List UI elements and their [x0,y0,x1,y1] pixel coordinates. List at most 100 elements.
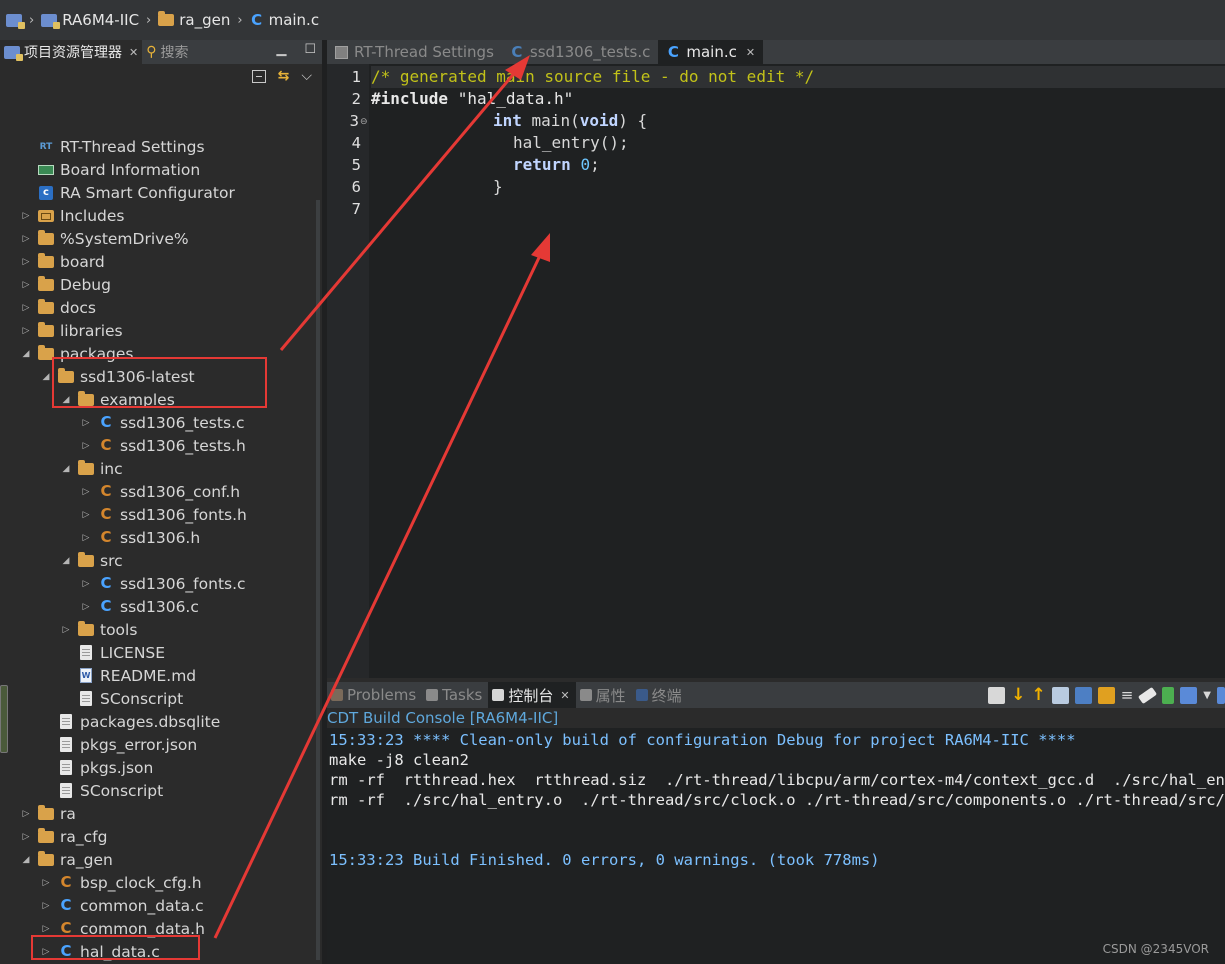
tab-tasks[interactable]: Tasks [422,682,488,708]
tab-terminal[interactable]: 终端 [632,682,688,708]
tree-item-ra-smart-configurator[interactable]: c RA Smart Configurator [20,181,235,204]
tree-item-sconscript[interactable]: SConscript [60,687,183,710]
link-with-editor-icon[interactable]: ⇆ [278,68,290,84]
tree-item-packages-dbsqlite[interactable]: packages.dbsqlite [40,710,220,733]
tree-item-pkgs-json[interactable]: pkgs.json [40,756,153,779]
tree-item-readme-md[interactable]: W README.md [60,664,196,687]
tree-item-ra-gen[interactable]: ◢ ra_gen [20,848,113,871]
tree-item-tools[interactable]: ▷ tools [60,618,137,641]
minimize-icon[interactable]: ▁ [276,42,286,57]
lock-icon[interactable] [1097,686,1115,704]
collapsed-arrow-icon[interactable]: ▷ [20,326,32,336]
tab-search[interactable]: ⚲ 搜索 [142,40,192,64]
clear-console-icon[interactable] [1138,686,1158,704]
collapsed-arrow-icon[interactable]: ▷ [20,257,32,267]
breadcrumb-item-file[interactable]: Cmain.c [250,11,319,29]
tree-item-bsp-clock-cfg-h[interactable]: ▷ Cbsp_clock_cfg.h [40,871,202,894]
tasks-icon [426,689,439,701]
collapsed-arrow-icon[interactable]: ▷ [20,832,32,842]
tree-scrollbar[interactable] [316,200,320,960]
tree-item-docs[interactable]: ▷ docs [20,296,96,319]
tree-item-libraries[interactable]: ▷ libraries [20,319,123,342]
tab-main-c[interactable]: C main.c ✕ [658,40,764,64]
collapsed-arrow-icon[interactable]: ▷ [80,579,92,589]
collapsed-arrow-icon[interactable]: ▷ [20,303,32,313]
expanded-arrow-icon[interactable]: ◢ [40,372,52,382]
breadcrumb-item-folder[interactable]: ra_gen [158,11,230,29]
folder-icon [38,850,54,866]
tree-item-systemdrive[interactable]: ▷ %SystemDrive% [20,227,189,250]
code-string: "hal_data.h" [448,89,574,108]
tree-item-debug[interactable]: ▷ Debug [20,273,111,296]
collapsed-arrow-icon[interactable]: ▷ [20,211,32,221]
tree-item-pkgs-error-json[interactable]: pkgs_error.json [40,733,197,756]
tree-item-src[interactable]: ◢ src [60,549,123,572]
tree-item-ra-cfg[interactable]: ▷ ra_cfg [20,825,107,848]
collapsed-arrow-icon[interactable]: ▷ [40,924,52,934]
tree-item-ssd1306-fonts-c[interactable]: ▷ Cssd1306_fonts.c [80,572,246,595]
tree-item-ssd1306-tests-c[interactable]: ▷ Cssd1306_tests.c [80,411,245,434]
tree-item-sconscript[interactable]: SConscript [40,779,163,802]
collapsed-arrow-icon[interactable]: ▷ [80,487,92,497]
fold-collapse-icon[interactable]: ⊖ [360,117,368,127]
pin-console-icon[interactable] [1074,686,1092,704]
tree-item-ssd1306-fonts-h[interactable]: ▷ Cssd1306_fonts.h [80,503,247,526]
collapsed-arrow-icon[interactable]: ▷ [40,901,52,911]
collapsed-arrow-icon[interactable]: ▷ [20,809,32,819]
tab-rt-thread-settings[interactable]: RT-Thread Settings [327,40,502,64]
collapsed-arrow-icon[interactable]: ▷ [80,602,92,612]
line-number: 5 [351,156,361,174]
tab-ssd1306-tests-c[interactable]: C ssd1306_tests.c [502,40,658,64]
close-icon[interactable]: ✕ [560,689,569,702]
tree-item-ssd1306-c[interactable]: ▷ Cssd1306.c [80,595,199,618]
tree-item-board[interactable]: ▷ board [20,250,105,273]
collapsed-arrow-icon[interactable]: ▷ [80,441,92,451]
breadcrumb: › RA6M4-IIC › ra_gen › Cmain.c [0,0,1225,40]
expanded-arrow-icon[interactable]: ◢ [20,349,32,359]
close-icon[interactable]: ✕ [129,46,138,59]
tree-item-rt-thread-settings[interactable]: RT RT-Thread Settings [20,135,205,158]
collapsed-arrow-icon[interactable]: ▷ [60,625,72,635]
tree-item-label: bsp_clock_cfg.h [80,873,202,892]
collapsed-arrow-icon[interactable]: ▷ [20,234,32,244]
view-menu-icon[interactable]: ⌵ [301,68,312,84]
tree-item-inc[interactable]: ◢ inc [60,457,123,480]
expanded-arrow-icon[interactable]: ◢ [60,556,72,566]
collapsed-arrow-icon[interactable]: ▷ [80,418,92,428]
maximize-icon[interactable]: ☐ [304,42,316,57]
tree-item-includes[interactable]: ▷ Includes [20,204,125,227]
scroll-lock-icon[interactable] [1051,686,1069,704]
display-selected-console-icon[interactable] [988,686,1006,704]
tree-item-license[interactable]: LICENSE [60,641,165,664]
breadcrumb-home[interactable] [6,13,25,29]
tree-item-ssd1306-h[interactable]: ▷ Cssd1306.h [80,526,201,549]
tree-item-ssd1306-conf-h[interactable]: ▷ Cssd1306_conf.h [80,480,241,503]
monitor-icon[interactable] [1180,686,1198,704]
tree-item-ssd1306-tests-h[interactable]: ▷ Cssd1306_tests.h [80,434,246,457]
tab-problems[interactable]: Problems [327,682,422,708]
folder-icon [78,551,94,567]
code-area[interactable]: /* generated main source file - do not e… [371,64,1225,678]
arrow-down-icon[interactable]: ↓ [1011,685,1025,705]
tree-item-common-data-c[interactable]: ▷ Ccommon_data.c [40,894,204,917]
expanded-arrow-icon[interactable]: ◢ [20,855,32,865]
tab-properties[interactable]: 属性 [576,682,632,708]
tree-item-board-information[interactable]: Board Information [20,158,200,181]
word-wrap-icon[interactable]: ≡ [1121,686,1134,704]
tab-console[interactable]: 控制台 ✕ [488,682,576,708]
open-console-icon[interactable] [1162,686,1175,704]
collapsed-arrow-icon[interactable]: ▷ [80,510,92,520]
collapsed-arrow-icon[interactable]: ▷ [20,280,32,290]
arrow-up-icon[interactable]: ↑ [1031,685,1045,705]
new-console-icon[interactable] [1217,686,1225,704]
collapse-all-icon[interactable] [251,69,266,83]
tab-project-explorer[interactable]: 项目资源管理器 ✕ [0,40,143,64]
chevron-down-icon[interactable]: ▼ [1203,690,1211,701]
collapsed-arrow-icon[interactable]: ▷ [40,878,52,888]
tree-item-ra[interactable]: ▷ ra [20,802,76,825]
breadcrumb-item-project[interactable]: RA6M4-IIC [41,11,139,29]
close-icon[interactable]: ✕ [746,46,755,59]
collapsed-arrow-icon[interactable]: ▷ [80,533,92,543]
tree-item-label: common_data.c [80,896,204,915]
expanded-arrow-icon[interactable]: ◢ [60,464,72,474]
